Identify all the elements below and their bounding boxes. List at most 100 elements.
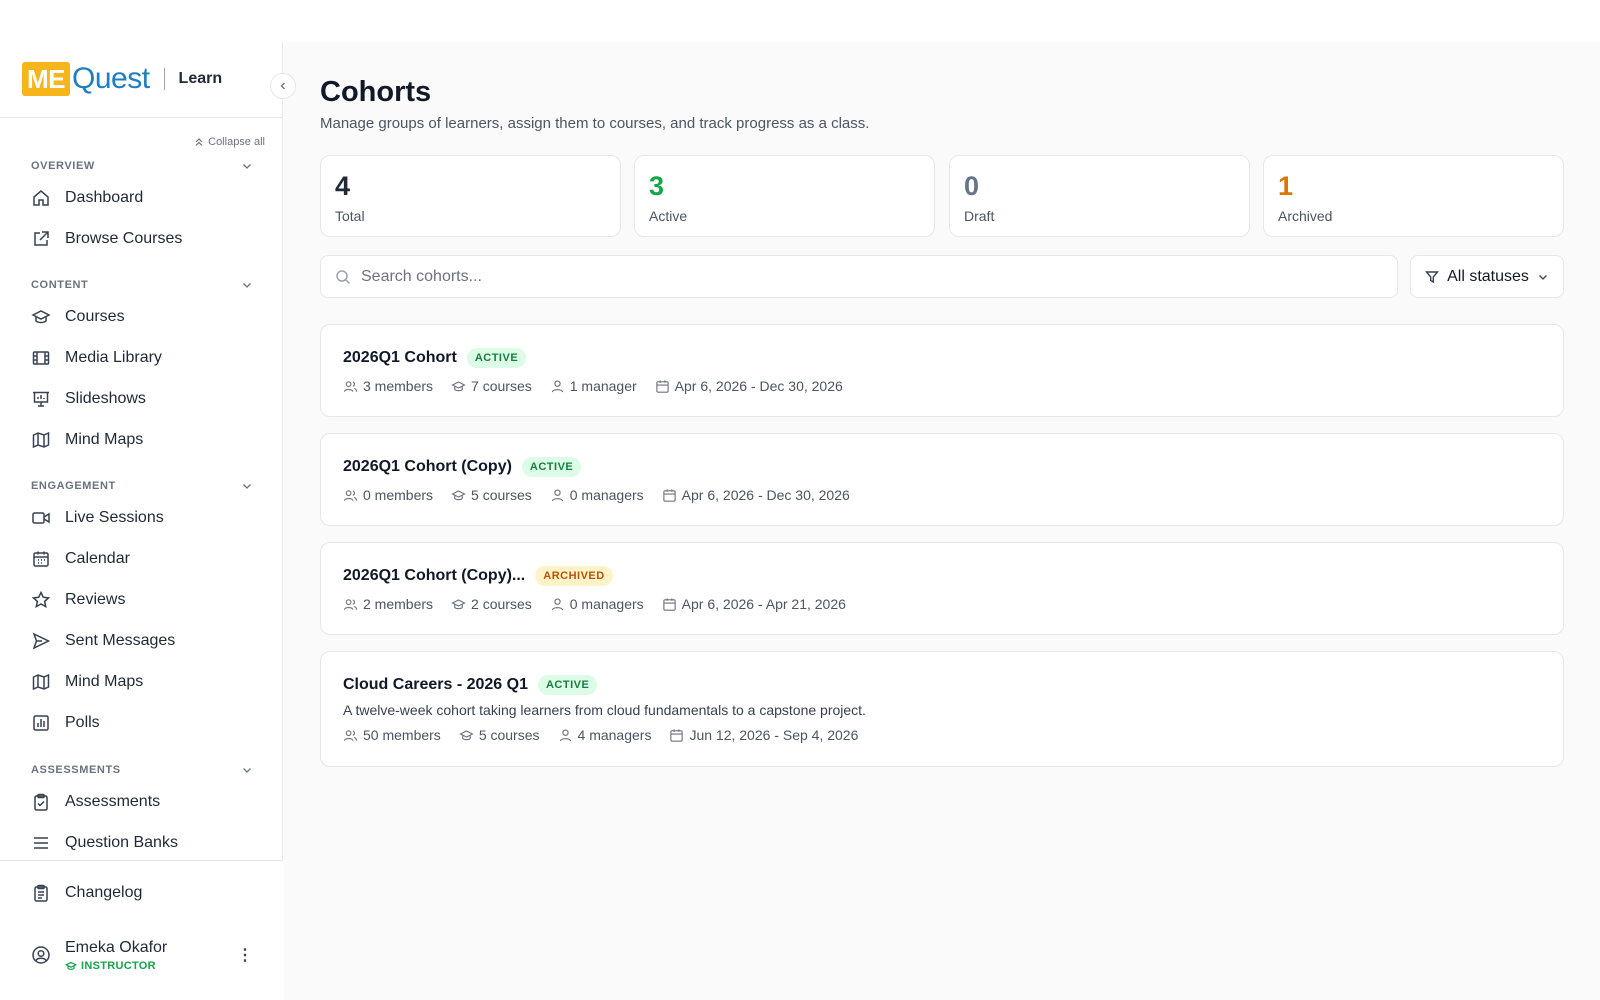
calendar-icon: [662, 488, 676, 502]
cohort-card[interactable]: 2026Q1 Cohort (Copy)... ARCHIVED 2 membe…: [320, 542, 1564, 635]
send-icon: [32, 632, 51, 650]
cohort-card[interactable]: 2026Q1 Cohort ACTIVE 3 members 7 courses…: [320, 324, 1564, 417]
date-range: Apr 6, 2026 - Dec 30, 2026: [662, 487, 850, 503]
date-range-label: Jun 12, 2026 - Sep 4, 2026: [689, 727, 859, 743]
stat-label: Draft: [964, 208, 995, 224]
courses-label: 2 courses: [471, 596, 532, 612]
section-content[interactable]: CONTENT: [31, 275, 253, 295]
graduation-cap-icon: [451, 598, 466, 609]
section-title: OVERVIEW: [31, 160, 95, 172]
courses-count: 5 courses: [451, 487, 532, 503]
users-icon: [343, 489, 358, 501]
section-engagement[interactable]: ENGAGEMENT: [31, 476, 253, 496]
sidebar-item-label: Assessments: [65, 793, 161, 810]
sidebar-item-dashboard[interactable]: Dashboard: [31, 183, 253, 213]
search-input[interactable]: [361, 267, 1361, 286]
graduation-cap-icon: [31, 310, 51, 324]
sidebar-item-assessments[interactable]: Assessments: [31, 787, 253, 817]
clipboard-list-icon: [34, 884, 48, 902]
user-circle-icon: [32, 946, 50, 964]
users-icon: [343, 598, 358, 610]
cohort-card[interactable]: Cloud Careers - 2026 Q1 ACTIVE A twelve-…: [320, 651, 1564, 767]
graduation-cap-icon: [459, 729, 474, 740]
sidebar-item-live-sessions[interactable]: Live Sessions: [31, 503, 253, 533]
cohort-meta: 2 members 2 courses 0 managers Apr 6, 20…: [343, 596, 846, 612]
bar-chart-icon: [33, 715, 49, 731]
stat-value: 3: [649, 171, 665, 201]
logo-me: ME: [22, 62, 70, 96]
user-name: Emeka Okafor: [65, 938, 168, 956]
cohort-name[interactable]: 2026Q1 Cohort: [343, 349, 457, 367]
managers-label: 0 managers: [569, 596, 644, 612]
sidebar-item-label: Sent Messages: [65, 632, 176, 649]
cohort-card[interactable]: 2026Q1 Cohort (Copy) ACTIVE 0 members 5 …: [320, 433, 1564, 526]
chevron-down-icon: [243, 164, 251, 169]
sidebar-item-label: Dashboard: [65, 189, 144, 206]
sidebar-item-polls[interactable]: Polls: [31, 708, 253, 738]
sidebar-item-label: Mind Maps: [65, 673, 144, 690]
user-icon: [551, 489, 563, 501]
managers-count: 0 managers: [550, 596, 644, 612]
sidebar-item-label: Calendar: [65, 550, 130, 567]
cohort-name[interactable]: 2026Q1 Cohort (Copy)...: [343, 567, 525, 585]
user-icon: [551, 380, 563, 392]
cohort-title-row: 2026Q1 Cohort ACTIVE: [343, 348, 527, 368]
stat-value: 0: [964, 171, 980, 201]
sidebar-item-courses[interactable]: Courses: [31, 302, 253, 332]
managers-count: 0 managers: [550, 487, 644, 503]
calendar-icon: [33, 551, 49, 567]
managers-count: 4 managers: [558, 727, 651, 743]
sidebar-item-label: Live Sessions: [65, 509, 164, 526]
cohort-name[interactable]: Cloud Careers - 2026 Q1: [343, 676, 528, 694]
logo-quest: Quest: [72, 62, 150, 95]
managers-label: 1 manager: [569, 378, 637, 394]
sidebar-nav[interactable]: OVERVIEW Dashboard Browse Courses CONTEN…: [0, 152, 283, 902]
chevrons-up-icon: [195, 138, 203, 146]
collapse-all-button[interactable]: Collapse all: [194, 136, 265, 148]
courses-count: 2 courses: [451, 596, 532, 612]
cohort-name[interactable]: 2026Q1 Cohort (Copy): [343, 458, 512, 476]
sidebar-item-mind-maps-2[interactable]: Mind Maps: [31, 667, 253, 697]
status-filter-dropdown[interactable]: All statuses: [1410, 255, 1564, 298]
chevron-down-icon: [243, 283, 251, 288]
user-profile[interactable]: Emeka Okafor INSTRUCTOR ⋮: [31, 935, 253, 975]
calendar-icon: [655, 379, 669, 393]
brand-section-label: Learn: [178, 70, 223, 87]
status-badge: ACTIVE: [521, 457, 582, 477]
cohort-title-row: 2026Q1 Cohort (Copy)... ARCHIVED: [343, 566, 613, 586]
stat-label: Archived: [1278, 208, 1333, 224]
sidebar-collapse-button[interactable]: [270, 73, 296, 99]
more-vertical-icon[interactable]: ⋮: [237, 945, 253, 965]
stat-card-total: 4 Total: [320, 155, 621, 237]
status-badge: ACTIVE: [466, 348, 527, 368]
date-range-label: Apr 6, 2026 - Apr 21, 2026: [681, 596, 846, 612]
date-range-label: Apr 6, 2026 - Dec 30, 2026: [674, 378, 843, 394]
stat-card-active: 3 Active: [634, 155, 935, 237]
cohort-title-row: Cloud Careers - 2026 Q1 ACTIVE: [343, 675, 598, 695]
cohort-meta: 0 members 5 courses 0 managers Apr 6, 20…: [343, 487, 850, 503]
sidebar-item-mind-maps[interactable]: Mind Maps: [31, 425, 253, 455]
user-role: INSTRUCTOR: [81, 959, 156, 972]
brand-divider: [0, 117, 283, 118]
stat-value: 4: [335, 171, 351, 201]
sidebar-item-slideshows[interactable]: Slideshows: [31, 384, 253, 414]
chevron-down-icon: [243, 768, 251, 773]
section-assessments[interactable]: ASSESSMENTS: [31, 760, 253, 780]
sidebar-item-sent-messages[interactable]: Sent Messages: [31, 626, 253, 656]
sidebar-item-label: Polls: [65, 714, 100, 731]
section-overview[interactable]: OVERVIEW: [31, 156, 253, 176]
sidebar-item-calendar[interactable]: Calendar: [31, 544, 253, 574]
sidebar-item-browse-courses[interactable]: Browse Courses: [31, 224, 253, 254]
sidebar-item-media-library[interactable]: Media Library: [31, 343, 253, 373]
search-box[interactable]: [320, 255, 1398, 298]
home-icon: [33, 190, 49, 206]
external-link-icon: [34, 231, 49, 246]
status-badge: ACTIVE: [537, 675, 598, 695]
brand-separator: [163, 68, 165, 90]
courses-label: 7 courses: [471, 378, 532, 394]
sidebar-item-reviews[interactable]: Reviews: [31, 585, 253, 615]
sidebar-item-question-banks[interactable]: Question Banks: [31, 828, 253, 858]
brand[interactable]: ME Quest Learn: [22, 62, 222, 96]
cohort-description: A twelve-week cohort taking learners fro…: [343, 702, 866, 718]
sidebar-item-changelog[interactable]: Changelog: [31, 883, 142, 903]
